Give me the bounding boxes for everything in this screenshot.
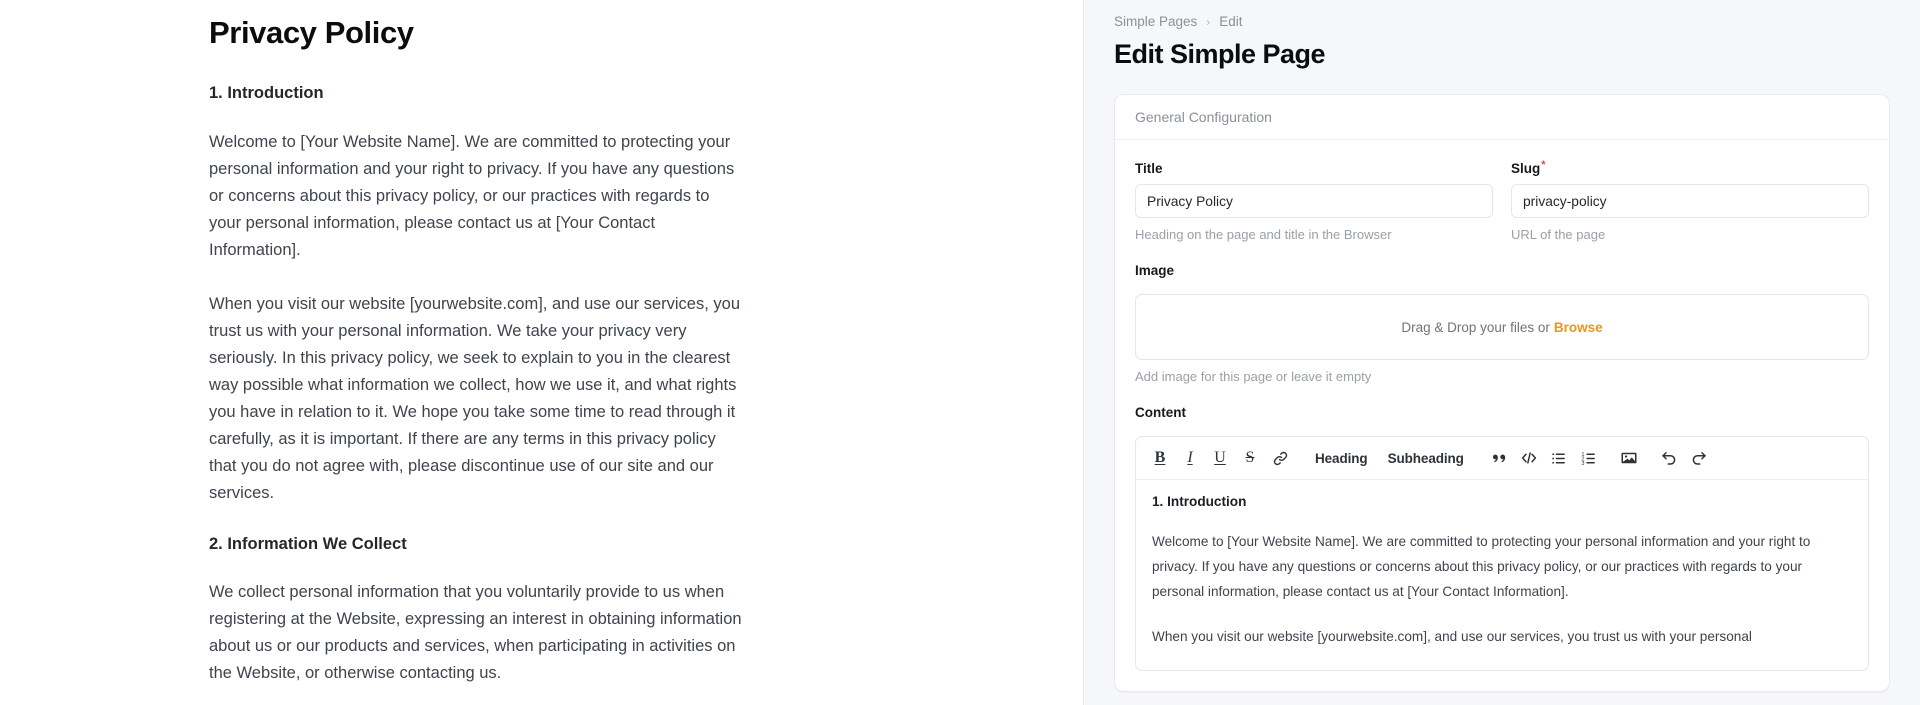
general-configuration-card: General Configuration Title Heading on t… (1114, 94, 1890, 693)
subheading-button[interactable]: Subheading (1379, 444, 1473, 472)
required-asterisk-icon: * (1541, 159, 1546, 171)
breadcrumb: Simple Pages › Edit (1114, 0, 1890, 29)
page-preview-pane: Privacy Policy 1. Introduction Welcome t… (0, 0, 1084, 705)
content-field-group: Content B I U S Heading Subheading 1 2 3… (1135, 404, 1869, 672)
chevron-right-icon: › (1206, 14, 1211, 29)
image-label: Image (1135, 263, 1175, 279)
slug-label: Slug* (1511, 159, 1546, 176)
image-help-text: Add image for this page or leave it empt… (1135, 369, 1372, 385)
content-label: Content (1135, 405, 1186, 421)
slug-field-group: Slug* URL of the page (1511, 159, 1869, 244)
slug-label-text: Slug (1511, 161, 1541, 176)
slug-help-text: URL of the page (1511, 227, 1606, 242)
strikethrough-icon[interactable]: S (1236, 444, 1264, 472)
preview-paragraph: Welcome to [Your Website Name]. We are c… (209, 132, 735, 259)
editor-pane: Simple Pages › Edit Edit Simple Page Gen… (1084, 0, 1920, 705)
title-slug-row: Title Heading on the page and title in t… (1135, 159, 1869, 244)
bold-icon[interactable]: B (1146, 444, 1174, 472)
editor-heading: 1. Introduction (1152, 494, 1247, 510)
page-title: Edit Simple Page (1114, 39, 1326, 69)
breadcrumb-item-simple-pages[interactable]: Simple Pages (1114, 14, 1197, 29)
app-root: Privacy Policy 1. Introduction Welcome t… (0, 0, 1920, 705)
image-dropzone[interactable]: Drag & Drop your files or Browse (1135, 294, 1869, 361)
card-body: Title Heading on the page and title in t… (1115, 140, 1889, 691)
title-input[interactable] (1135, 184, 1493, 218)
editor-paragraph: When you visit our website [yourwebsite.… (1152, 629, 1752, 645)
preview-heading-introduction: 1. Introduction (209, 84, 324, 103)
preview-paragraph: We collect personal information that you… (209, 583, 742, 683)
code-icon[interactable] (1515, 444, 1543, 472)
title-help-text: Heading on the page and title in the Bro… (1135, 227, 1392, 242)
bulleted-list-icon[interactable] (1545, 444, 1573, 472)
rich-text-toolbar: B I U S Heading Subheading 1 2 3 (1136, 437, 1868, 481)
slug-input[interactable] (1511, 184, 1869, 218)
rich-text-content-area[interactable]: 1. Introduction Welcome to [Your Website… (1136, 480, 1868, 670)
link-icon[interactable] (1266, 444, 1294, 472)
title-field-group: Title Heading on the page and title in t… (1135, 160, 1493, 244)
preview-paragraph: When you visit our website [yourwebsite.… (209, 294, 740, 502)
browse-files-link[interactable]: Browse (1554, 320, 1603, 335)
rich-text-editor: B I U S Heading Subheading 1 2 3 1. Intr… (1135, 436, 1869, 672)
svg-text:3: 3 (1582, 461, 1585, 467)
preview-content: Privacy Policy 1. Introduction Welcome t… (0, 0, 1083, 705)
breadcrumb-item-edit[interactable]: Edit (1219, 14, 1242, 29)
undo-icon[interactable] (1655, 444, 1683, 472)
title-label: Title (1135, 161, 1163, 176)
card-header-label: General Configuration (1115, 95, 1889, 140)
redo-icon[interactable] (1685, 444, 1713, 472)
underline-icon[interactable]: U (1206, 444, 1234, 472)
image-field-group: Image Drag & Drop your files or Browse A… (1135, 262, 1869, 386)
dropzone-instruction-text: Drag & Drop your files or (1401, 319, 1550, 335)
quote-icon[interactable] (1485, 444, 1513, 472)
image-icon[interactable] (1615, 444, 1643, 472)
preview-heading-information-we-collect: 2. Information We Collect (209, 534, 407, 553)
preview-page-title: Privacy Policy (209, 15, 414, 50)
editor-paragraph: Welcome to [Your Website Name]. We are c… (1152, 534, 1811, 600)
italic-icon[interactable]: I (1176, 444, 1204, 472)
heading-button[interactable]: Heading (1306, 444, 1377, 472)
numbered-list-icon[interactable]: 1 2 3 (1575, 444, 1603, 472)
